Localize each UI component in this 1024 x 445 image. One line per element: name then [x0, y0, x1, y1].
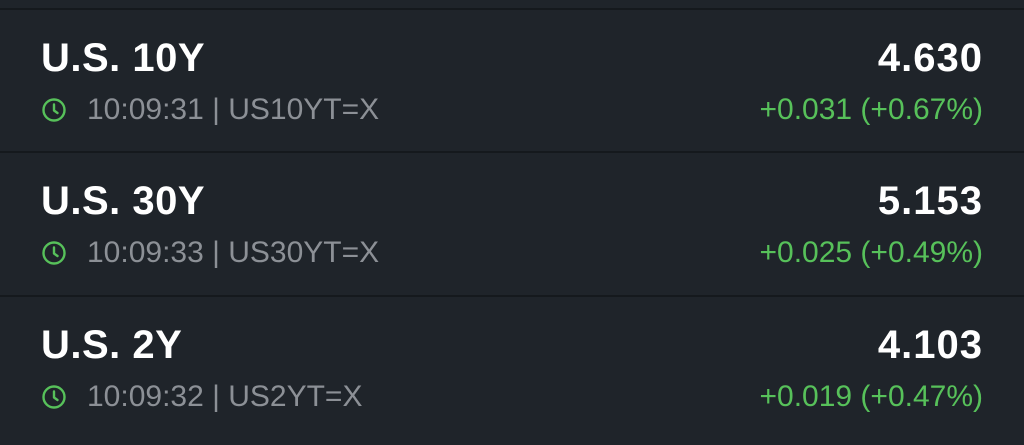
price-change: +0.025 (+0.49%) [759, 236, 984, 269]
timestamp-symbol: 10:09:32 | US2YT=X [87, 380, 363, 413]
last-price: 5.153 [877, 179, 983, 223]
quote-row-us10y[interactable]: U.S. 10Y 4.630 10:09:31 | US10YT=X +0.03… [0, 8, 1024, 151]
last-price: 4.103 [877, 323, 983, 367]
last-price: 4.630 [877, 36, 983, 80]
quote-list: U.S. 10Y 4.630 10:09:31 | US10YT=X +0.03… [0, 0, 1024, 445]
quote-meta: 10:09:32 | US2YT=X [41, 380, 362, 414]
quote-row-us30y[interactable]: U.S. 30Y 5.153 10:09:33 | US30YT=X +0.02… [0, 151, 1024, 294]
clock-icon [42, 98, 66, 122]
price-change: +0.019 (+0.47%) [759, 380, 984, 413]
timestamp-symbol: 10:09:33 | US30YT=X [87, 236, 380, 269]
instrument-name: U.S. 10Y [41, 36, 206, 80]
timestamp-symbol: 10:09:31 | US10YT=X [87, 93, 380, 126]
clock-icon [42, 241, 66, 265]
clock-icon [42, 385, 66, 409]
quote-meta: 10:09:31 | US10YT=X [41, 93, 379, 127]
instrument-name: U.S. 30Y [41, 179, 206, 223]
instrument-name: U.S. 2Y [41, 323, 183, 367]
quote-meta: 10:09:33 | US30YT=X [41, 236, 379, 270]
quote-row-us2y[interactable]: U.S. 2Y 4.103 10:09:32 | US2YT=X +0.019 … [0, 295, 1024, 438]
price-change: +0.031 (+0.67%) [759, 93, 984, 126]
